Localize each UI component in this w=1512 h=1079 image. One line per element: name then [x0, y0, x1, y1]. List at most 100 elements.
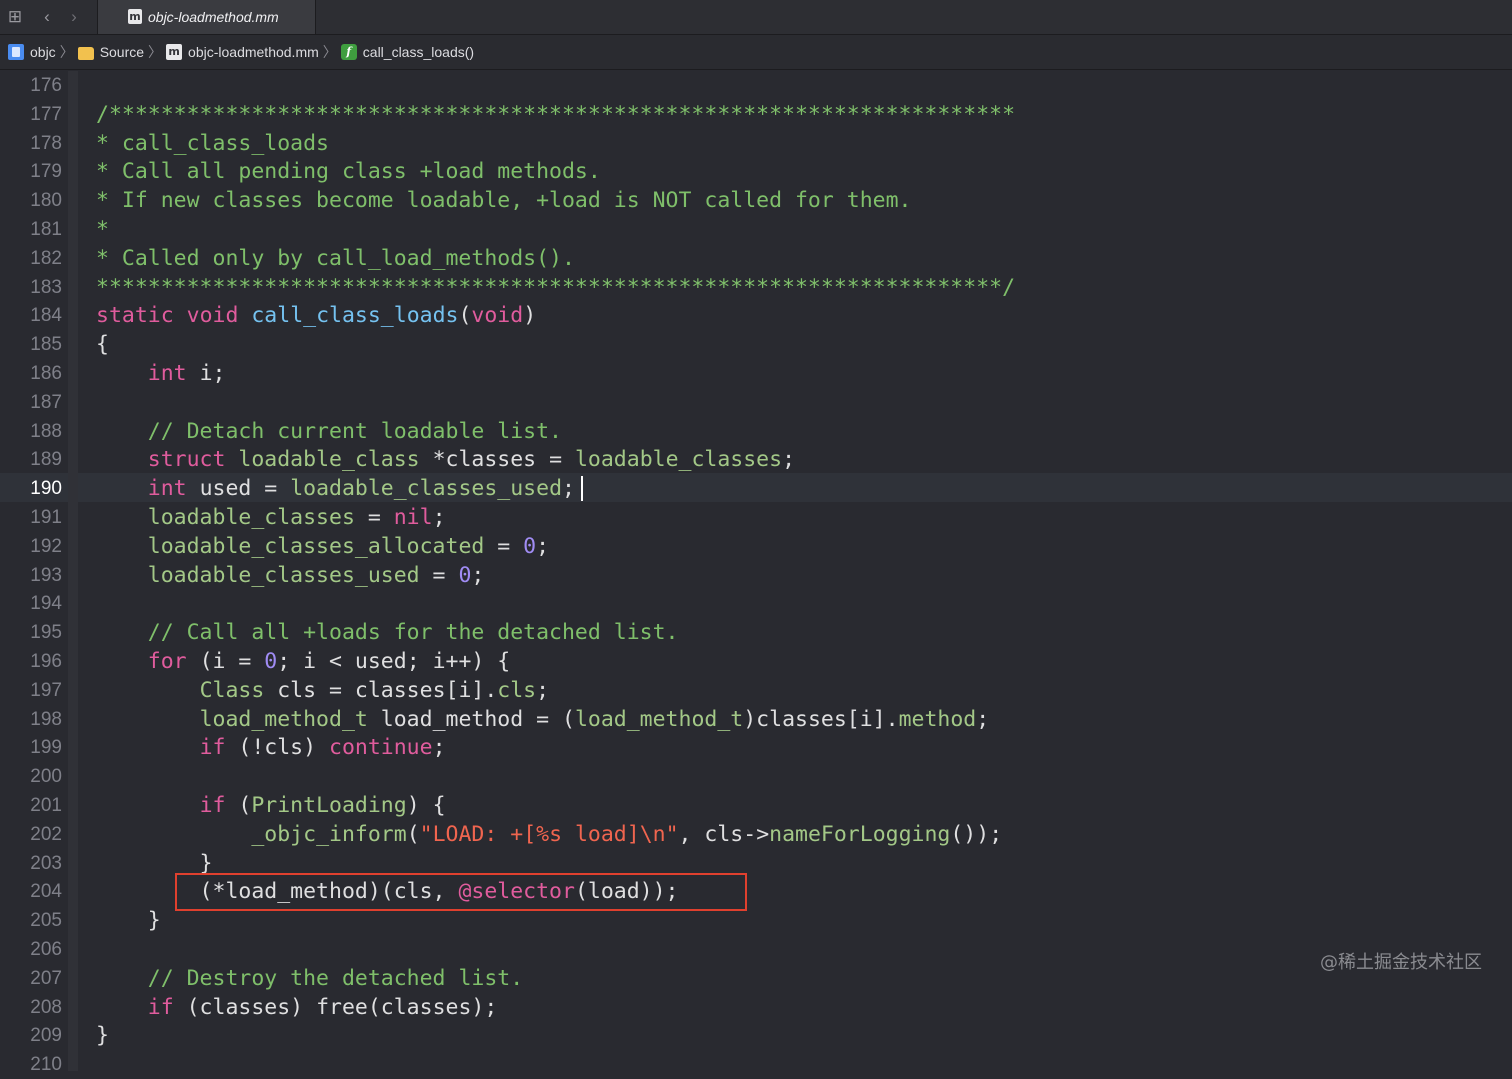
code-line[interactable]: 187 [0, 388, 1512, 417]
back-arrow-icon[interactable]: ‹ [36, 6, 58, 28]
code-token: static [96, 303, 174, 329]
code-token: ; [536, 677, 550, 703]
code-token: loadable_classes [147, 505, 355, 530]
line-number: 203 [30, 852, 62, 874]
code-token: * Called only by call_load_methods(). [96, 245, 575, 271]
code-token: loadable_class [238, 447, 420, 473]
code-line[interactable]: 197 Class cls = classes[i].cls; [0, 676, 1512, 705]
code-line[interactable]: 189 struct loadable_class *classes = loa… [0, 445, 1512, 474]
code-line[interactable]: 178 * call_class_loads [0, 129, 1512, 158]
editor-tab-active[interactable]: m objc-loadmethod.mm [97, 0, 316, 34]
code-line[interactable]: 180 * If new classes become loadable, +lo… [0, 186, 1512, 215]
breadcrumb-label: objc [30, 44, 56, 60]
breadcrumb-separator: 〉 [59, 44, 74, 60]
line-number: 183 [30, 276, 62, 298]
code-line[interactable]: 195 // Call all +loads for the detached … [0, 618, 1512, 647]
tab-bar: ⊞ ‹ › m objc-loadmethod.mm [0, 0, 1512, 35]
related-items-grid-icon[interactable]: ⊞ [4, 6, 26, 28]
line-number: 191 [30, 507, 62, 528]
code-token: // Detach current loadable list. [147, 418, 562, 444]
code-token: ; [432, 505, 446, 530]
code-line[interactable]: 201 if (PrintLoading) { [0, 791, 1512, 820]
breadcrumb-item-function[interactable]: f call_class_loads() [340, 44, 475, 60]
code-token: if [147, 994, 174, 1020]
code-token: free [316, 994, 368, 1020]
code-line[interactable]: 209} [0, 1021, 1512, 1050]
line-number: 202 [30, 823, 62, 845]
code-token: for [147, 649, 187, 674]
code-line[interactable]: 181 * [0, 215, 1512, 244]
code-token: call_class_loads [251, 303, 459, 329]
code-token: loadable_classes_allocated [147, 533, 485, 559]
code-line[interactable]: 186 int i; [0, 359, 1512, 388]
line-number: 208 [30, 996, 62, 1018]
code-token: ( [458, 303, 472, 329]
forward-arrow-icon[interactable]: › [63, 6, 85, 28]
code-editor[interactable]: 176 177 /*********************************… [0, 71, 1512, 1075]
code-token: 0 [264, 649, 278, 674]
code-line[interactable]: 208 if (classes) free(classes); [0, 993, 1512, 1022]
code-token: { [96, 332, 109, 358]
breadcrumb-item-project[interactable]: objc [8, 44, 56, 60]
code-token: = [419, 562, 459, 588]
code-token: , cls-> [678, 821, 770, 847]
breadcrumb-item-folder[interactable]: Source [77, 44, 144, 60]
code-token: loadable_classes_used [290, 476, 563, 502]
line-number: 176 [30, 75, 62, 96]
code-line[interactable]: 190 int used = loadable_classes_used; [0, 474, 1512, 503]
code-line[interactable]: 200 [0, 762, 1512, 791]
breadcrumb: objc 〉 Source 〉 m objc-loadmethod.mm 〉 f… [0, 35, 1512, 70]
code-line[interactable]: 177 /************************************… [0, 100, 1512, 129]
code-line[interactable]: 188 // Detach current loadable list. [0, 417, 1512, 446]
code-line[interactable]: 193 loadable_classes_used = 0; [0, 561, 1512, 590]
code-token: (classes); [367, 994, 498, 1020]
breadcrumb-label: call_class_loads() [362, 44, 475, 60]
code-line[interactable]: 198 load_method_t load_method = (load_me… [0, 705, 1512, 734]
code-line[interactable]: 196 for (i = 0; i < used; i++) { [0, 647, 1512, 676]
code-line[interactable]: 184 static void call_class_loads(void) [0, 301, 1512, 330]
code-token: /***************************************… [96, 101, 1016, 127]
code-line[interactable]: 199 if (!cls) continue; [0, 733, 1512, 762]
line-number: 206 [30, 939, 62, 960]
code-line[interactable]: 207 // Destroy the detached list. [0, 964, 1512, 993]
code-token: int [147, 361, 187, 386]
line-number: 187 [30, 391, 62, 413]
code-line[interactable]: 191 loadable_classes = nil; [0, 503, 1512, 532]
code-token: cls = classes[i]. [264, 677, 498, 703]
code-token: (!cls) [225, 735, 330, 761]
code-line[interactable]: 185 { [0, 330, 1512, 359]
code-line[interactable]: 192 loadable_classes_allocated = 0; [0, 532, 1512, 561]
code-token: method [898, 706, 977, 732]
code-token: * [96, 217, 109, 242]
line-number: 177 [30, 103, 62, 125]
line-number: 182 [30, 247, 62, 269]
code-text: * [96, 215, 109, 244]
code-line[interactable]: 202 _objc_inform("LOAD: +[%s load]\n", c… [0, 820, 1512, 849]
code-token: void [186, 303, 239, 329]
code-line[interactable]: 176 [0, 71, 1512, 100]
line-number: 189 [30, 449, 62, 471]
code-token: )classes[i]. [743, 706, 899, 732]
code-line[interactable]: 182 * Called only by call_load_methods(). [0, 244, 1512, 273]
line-number: 195 [30, 622, 62, 644]
code-line[interactable]: 194 [0, 589, 1512, 618]
breadcrumb-item-file[interactable]: m objc-loadmethod.mm [166, 44, 319, 60]
code-line[interactable]: 206 [0, 935, 1512, 964]
line-number: 207 [30, 967, 62, 989]
code-token: ()); [950, 821, 1003, 847]
code-line[interactable]: 210 [0, 1050, 1512, 1079]
code-line[interactable]: 179 * Call all pending class +load method… [0, 157, 1512, 186]
code-line[interactable]: 183 *************************************… [0, 273, 1512, 302]
line-number: 186 [30, 363, 62, 384]
line-number: 200 [30, 766, 62, 788]
code-text: loadable_classes = nil; [96, 503, 446, 532]
line-number: 185 [30, 334, 62, 356]
